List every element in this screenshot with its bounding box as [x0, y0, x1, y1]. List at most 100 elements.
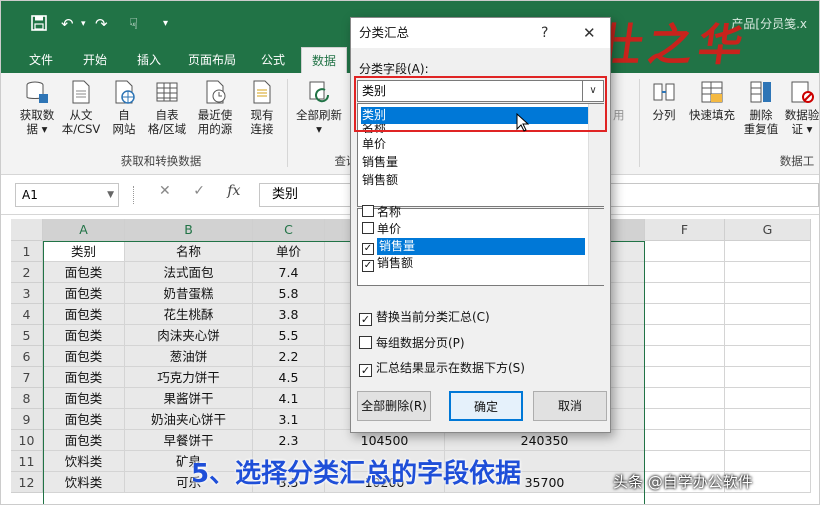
row-header[interactable]: 3 [11, 283, 43, 304]
flash-fill-button[interactable]: 快速填充 [685, 79, 739, 122]
cell-c[interactable]: 5.5 [253, 325, 325, 346]
tab-insert[interactable]: 插入 [127, 47, 171, 73]
cell-b[interactable]: 葱油饼 [125, 346, 253, 367]
field-item-name[interactable]: 名称 [362, 205, 401, 218]
cell-a[interactable]: 面包类 [43, 409, 125, 430]
touch-mode-icon[interactable]: ☟ [129, 15, 138, 33]
checkbox[interactable] [362, 205, 374, 217]
cell-empty[interactable] [725, 241, 811, 262]
cell-empty[interactable] [725, 304, 811, 325]
cell-a[interactable]: 面包类 [43, 325, 125, 346]
cell-b[interactable]: 名称 [125, 241, 253, 262]
field-item-sales-qty[interactable]: ✓ 销售量 [362, 238, 585, 255]
get-data-button[interactable]: 获取数据 ▾ [11, 79, 63, 136]
name-box[interactable]: A1 ▼ [15, 183, 119, 207]
tab-file[interactable]: 文件 [19, 47, 63, 73]
cell-b[interactable]: 花生桃酥 [125, 304, 253, 325]
cell-a[interactable]: 面包类 [43, 262, 125, 283]
checkbox-checked[interactable]: ✓ [362, 260, 374, 272]
row-header[interactable]: 10 [11, 430, 43, 451]
subtotal-field-list[interactable]: 名称 单价 ✓ 销售量 ✓ 销售额 [357, 205, 604, 286]
existing-connections-button[interactable]: 现有 连接 [241, 79, 283, 136]
cell-empty[interactable] [725, 325, 811, 346]
row-header[interactable]: 12 [11, 472, 43, 493]
insert-function-icon[interactable]: fx [227, 183, 240, 199]
cell-c[interactable]: 2.3 [253, 430, 325, 451]
cell-c[interactable]: 2.2 [253, 346, 325, 367]
cell-empty[interactable] [645, 262, 725, 283]
cell-empty[interactable] [725, 409, 811, 430]
cell-a[interactable]: 面包类 [43, 430, 125, 451]
remove-duplicates-button[interactable]: 删除 重复值 [741, 79, 781, 136]
row-header[interactable]: 11 [11, 451, 43, 472]
undo-icon[interactable]: ↶ [61, 15, 74, 33]
dropdown-item-price[interactable]: 单价 [361, 136, 386, 153]
cell-empty[interactable] [645, 451, 725, 472]
column-header-a[interactable]: A [43, 219, 125, 241]
cell-b[interactable]: 法式面包 [125, 262, 253, 283]
column-header-b[interactable]: B [125, 219, 253, 241]
cell-empty[interactable] [645, 367, 725, 388]
field-item-price[interactable]: 单价 [362, 221, 401, 238]
row-header[interactable]: 7 [11, 367, 43, 388]
cell-b[interactable]: 果酱饼干 [125, 388, 253, 409]
cell-c[interactable]: 7.4 [253, 262, 325, 283]
checkbox-checked[interactable]: ✓ [359, 313, 372, 326]
option-page-break[interactable]: 每组数据分页(P) [359, 334, 465, 351]
cell-a[interactable]: 饮料类 [43, 451, 125, 472]
row-header[interactable]: 9 [11, 409, 43, 430]
cell-b[interactable]: 早餐饼干 [125, 430, 253, 451]
dropdown-item-sales-amount[interactable]: 销售额 [361, 172, 398, 189]
chevron-down-icon[interactable]: ▼ [107, 184, 114, 206]
enter-icon[interactable]: ✓ [193, 183, 205, 199]
recent-sources-button[interactable]: 最近使 用的源 [191, 79, 239, 136]
cell-a[interactable]: 面包类 [43, 283, 125, 304]
from-text-csv-button[interactable]: 从文 本/CSV [59, 79, 103, 136]
tab-data[interactable]: 数据 [301, 47, 347, 73]
tab-page-layout[interactable]: 页面布局 [181, 47, 243, 73]
from-table-button[interactable]: 自表 格/区域 [143, 79, 191, 136]
undo-dropdown-icon[interactable]: ▾ [81, 19, 86, 29]
cell-empty[interactable] [645, 388, 725, 409]
cell-empty[interactable] [645, 346, 725, 367]
option-replace-current[interactable]: ✓ 替换当前分类汇总(C) [359, 308, 490, 326]
cell-b[interactable]: 巧克力饼干 [125, 367, 253, 388]
cell-c[interactable]: 4.1 [253, 388, 325, 409]
cell-empty[interactable] [725, 283, 811, 304]
dropdown-item-sales-qty[interactable]: 销售量 [361, 154, 398, 171]
cell-empty[interactable] [725, 451, 811, 472]
cell-empty[interactable] [725, 346, 811, 367]
cell-b[interactable]: 奶昔蛋糕 [125, 283, 253, 304]
cell-empty[interactable] [645, 283, 725, 304]
checkbox-checked[interactable]: ✓ [362, 243, 374, 255]
field-list-scrollbar[interactable] [588, 209, 604, 285]
cell-d[interactable]: 104500 [325, 430, 445, 451]
cell-c[interactable]: 单价 [253, 241, 325, 262]
cell-empty[interactable] [725, 367, 811, 388]
redo-icon[interactable]: ↷ [95, 15, 108, 33]
column-header-c[interactable]: C [253, 219, 325, 241]
cell-a[interactable]: 面包类 [43, 346, 125, 367]
cell-a[interactable]: 饮料类 [43, 472, 125, 493]
field-item-sales-amount[interactable]: ✓ 销售额 [362, 255, 413, 272]
text-to-columns-button[interactable]: 分列 [645, 79, 683, 122]
customize-toolbar-icon[interactable]: ▾ [163, 18, 168, 29]
row-header[interactable]: 1 [11, 241, 43, 262]
cell-a[interactable]: 面包类 [43, 304, 125, 325]
help-button[interactable]: ? [541, 18, 548, 48]
checkbox[interactable] [362, 222, 374, 234]
cancel-icon[interactable]: ✕ [159, 183, 171, 199]
cell-b[interactable]: 奶油夹心饼干 [125, 409, 253, 430]
close-button[interactable]: ✕ [583, 18, 596, 48]
cell-empty[interactable] [645, 325, 725, 346]
cell-empty[interactable] [645, 409, 725, 430]
row-header[interactable]: 4 [11, 304, 43, 325]
cell-empty[interactable] [645, 241, 725, 262]
data-validation-button[interactable]: 数据验证 ▾ [783, 79, 819, 136]
row-header[interactable]: 2 [11, 262, 43, 283]
remove-all-button[interactable]: 全部删除(R) [357, 391, 431, 421]
save-icon[interactable] [31, 15, 47, 35]
column-header-g[interactable]: G [725, 219, 811, 241]
formula-bar-grip[interactable] [133, 186, 135, 204]
refresh-all-button[interactable]: 全部刷新 ▾ [291, 79, 347, 136]
